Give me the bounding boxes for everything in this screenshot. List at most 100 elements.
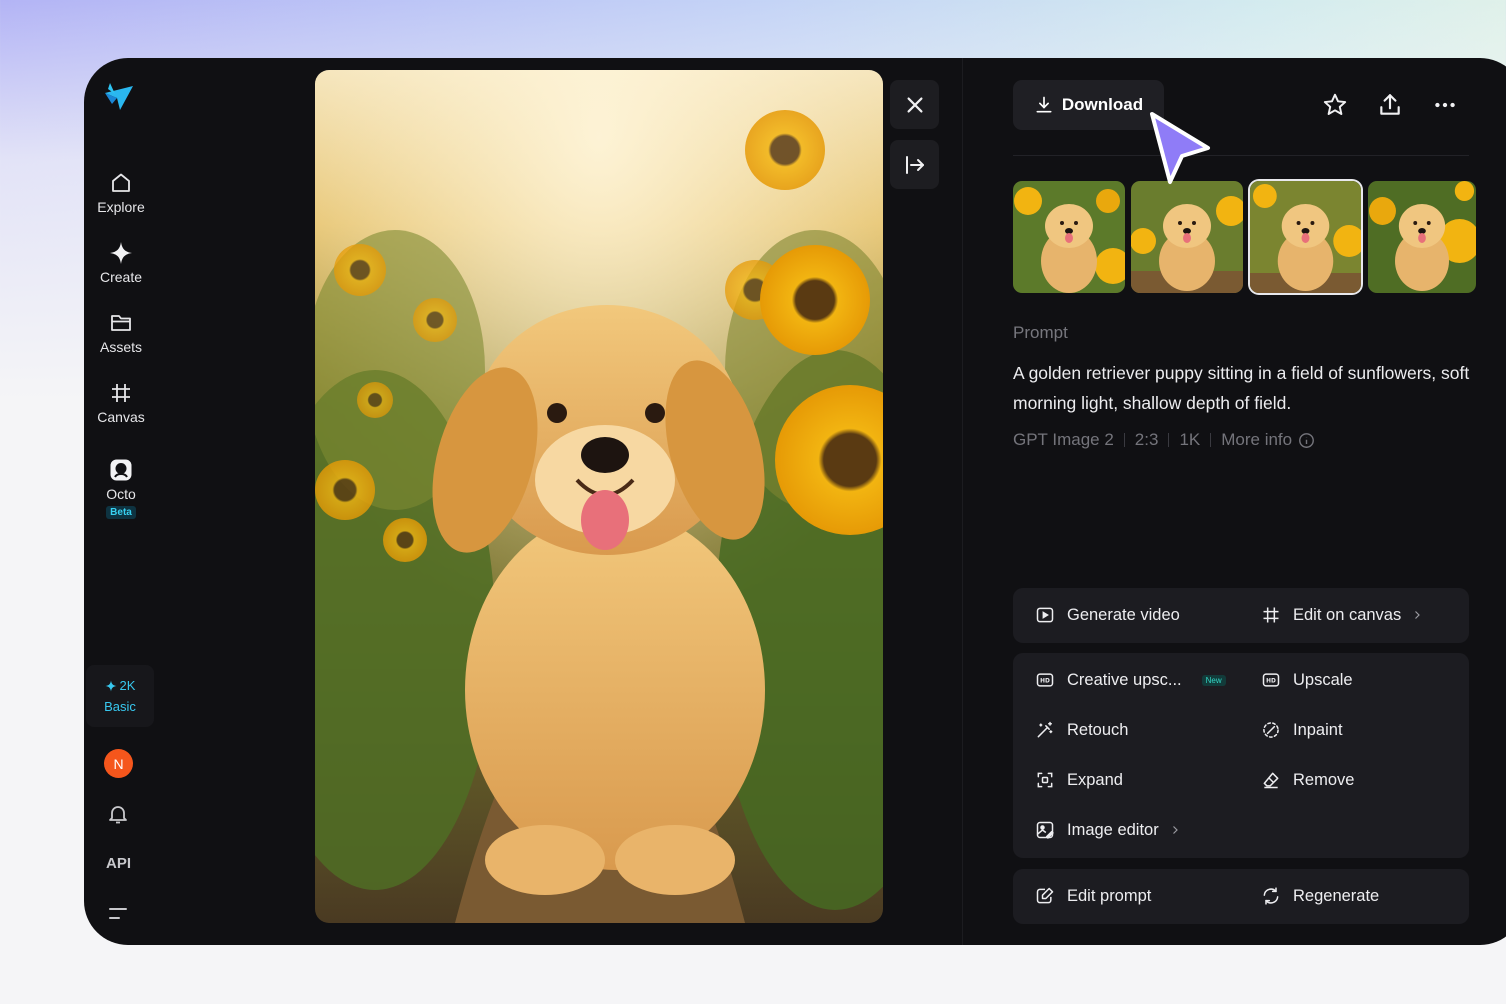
star-icon[interactable] [1322, 92, 1348, 118]
thumbnail-image [1250, 181, 1361, 293]
sidebar-item-label: Explore [97, 199, 145, 215]
edit-on-canvas-button[interactable]: Edit on canvas [1261, 605, 1423, 625]
more-info-label: More info [1221, 430, 1293, 449]
collapse-panel-button[interactable] [890, 140, 939, 189]
action-label: Regenerate [1293, 886, 1380, 905]
thumbnail[interactable] [1131, 181, 1243, 293]
folder-icon [111, 315, 131, 331]
primary-actions-card: Generate video Edit on canvas [1013, 588, 1469, 643]
sidebar: Explore Create Assets Canvas Octo Beta 2… [84, 58, 158, 945]
app-window: Explore Create Assets Canvas Octo Beta 2… [84, 58, 1506, 945]
retouch-button[interactable]: Retouch [1035, 720, 1128, 740]
download-icon [1036, 96, 1052, 113]
app-logo[interactable] [102, 80, 136, 114]
sidebar-item-label: Octo [106, 486, 136, 502]
share-icon[interactable] [1377, 92, 1403, 118]
creative-upscale-button[interactable]: HD Creative upsc... New [1035, 670, 1226, 690]
sidebar-item-canvas[interactable]: Canvas [84, 381, 158, 425]
octo-icon [110, 459, 132, 481]
action-label: Expand [1067, 770, 1123, 789]
expand-icon [1037, 772, 1053, 788]
sparkle-icon [105, 680, 117, 691]
thumbnail[interactable] [1013, 181, 1125, 293]
svg-text:HD: HD [1040, 679, 1050, 685]
credits-amount: 2K [119, 678, 136, 693]
inpaint-button[interactable]: Inpaint [1261, 720, 1343, 740]
meta-separator [1168, 433, 1170, 447]
chevron-right-icon [1415, 611, 1421, 619]
bell-icon[interactable] [106, 802, 130, 826]
sidebar-item-explore[interactable]: Explore [84, 171, 158, 215]
plan-label: Basic [104, 699, 136, 714]
sidebar-item-label: Assets [99, 339, 142, 355]
resolution: 1K [1179, 430, 1201, 449]
inpaint-icon [1263, 722, 1279, 738]
action-label: Remove [1293, 770, 1355, 789]
thumbnail-image [1013, 181, 1125, 293]
close-icon [906, 96, 923, 113]
action-label: Retouch [1067, 720, 1129, 739]
magic-wand-icon [1037, 721, 1053, 738]
regenerate-button[interactable]: Regenerate [1261, 886, 1379, 906]
api-link[interactable]: API [106, 855, 131, 872]
puppy-sunflower-image [315, 70, 883, 923]
panel-divider [962, 58, 963, 945]
aspect-ratio: 2:3 [1134, 430, 1159, 449]
prompt-text: A golden retriever puppy sitting in a fi… [1013, 363, 1470, 413]
close-button[interactable] [890, 80, 939, 129]
image-editor-button[interactable]: Image editor [1035, 820, 1181, 840]
thumbnail-selected[interactable] [1250, 181, 1361, 293]
main-image[interactable] [315, 70, 883, 923]
model-name: GPT Image 2 [1013, 430, 1114, 449]
sidebar-item-label: Canvas [97, 409, 145, 425]
action-label: Generate video [1067, 605, 1180, 624]
download-button[interactable]: Download [1013, 80, 1164, 130]
sparkle-icon [110, 242, 132, 264]
generate-video-button[interactable]: Generate video [1035, 605, 1180, 625]
thumbnail-image [1368, 181, 1476, 293]
meta-separator [1210, 433, 1212, 447]
mouse-cursor-icon [1150, 112, 1210, 184]
action-label: Upscale [1293, 670, 1353, 689]
meta-separator [1123, 433, 1125, 447]
hd-icon: HD [1036, 673, 1054, 687]
tools-card: HD Creative upsc... New HD Upscale Retou… [1013, 653, 1469, 858]
new-badge: New [1201, 674, 1226, 686]
sidebar-item-assets[interactable]: Assets [84, 311, 158, 355]
svg-text:HD: HD [1266, 679, 1276, 685]
generation-meta: GPT Image 2 2:3 1K More info [1013, 430, 1315, 450]
expand-button[interactable]: Expand [1035, 770, 1123, 790]
hd-icon: HD [1262, 673, 1280, 687]
sidebar-item-create[interactable]: Create [84, 241, 158, 285]
more-icon[interactable] [1432, 92, 1458, 118]
image-edit-icon [1036, 821, 1054, 839]
canvas-grid-icon [112, 384, 130, 402]
eraser-icon [1263, 772, 1279, 789]
canvas-grid-icon [1263, 607, 1279, 623]
action-label: Edit on canvas [1293, 605, 1402, 624]
sidebar-item-label: Create [99, 269, 143, 285]
credits-panel[interactable]: 2K Basic [86, 665, 154, 727]
action-label: Image editor [1067, 820, 1159, 839]
prompt-label: Prompt [1013, 323, 1068, 342]
avatar[interactable]: N [104, 749, 133, 778]
more-info-link[interactable]: More info [1221, 430, 1315, 450]
thumbnail[interactable] [1368, 181, 1476, 293]
remove-button[interactable]: Remove [1261, 770, 1354, 790]
sidebar-item-octo[interactable]: Octo Beta [84, 458, 158, 519]
credits-amount-row: 2K [105, 678, 136, 693]
refresh-icon [1263, 887, 1279, 905]
divider [1013, 155, 1469, 156]
menu-icon[interactable] [106, 904, 130, 924]
beta-badge: Beta [106, 506, 136, 519]
collapse-right-icon [905, 155, 924, 174]
upscale-button[interactable]: HD Upscale [1261, 670, 1353, 690]
secondary-actions-card: Edit prompt Regenerate [1013, 869, 1469, 924]
edit-icon [1036, 887, 1054, 904]
chevron-right-icon [1172, 826, 1178, 834]
action-label: Creative upsc... [1067, 670, 1182, 689]
play-icon [1036, 607, 1054, 623]
download-label: Download [1061, 95, 1144, 114]
action-label: Inpaint [1293, 720, 1343, 739]
edit-prompt-button[interactable]: Edit prompt [1035, 886, 1151, 906]
